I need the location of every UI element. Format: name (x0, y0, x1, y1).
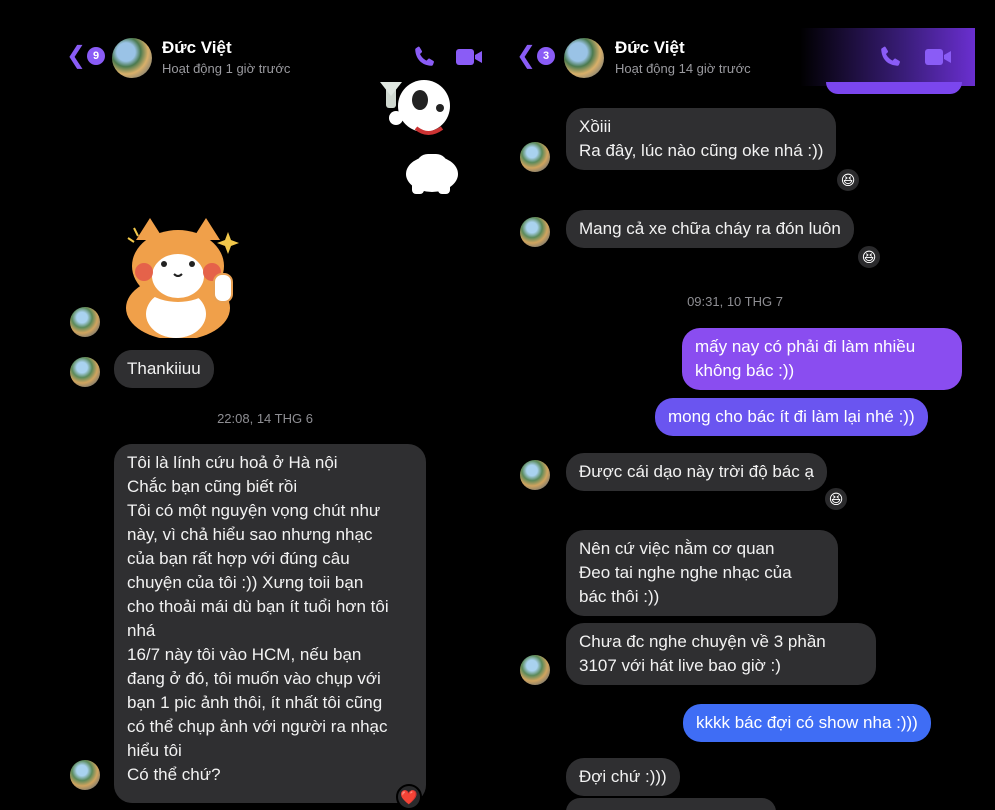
message-timestamp: 09:31, 10 THG 7 (687, 294, 783, 309)
reaction-laugh[interactable]: 😆 (823, 486, 849, 512)
message-bubble[interactable]: Xồiii Ra đây, lúc nào cũng oke nhá :)) (566, 108, 837, 170)
outgoing-message-bubble[interactable]: kkkk bác đợi có show nha :))) (683, 704, 931, 742)
message-timestamp: 22:08, 14 THG 6 (217, 411, 313, 426)
back-button[interactable]: ❮ 9 (66, 42, 106, 69)
avatar[interactable] (70, 357, 100, 387)
unread-badge: 9 (87, 47, 106, 65)
clipped-bubble (566, 798, 776, 810)
avatar[interactable] (520, 460, 550, 490)
video-call-icon[interactable] (924, 44, 952, 70)
chevron-left-icon: ❮ (516, 42, 537, 69)
reaction-heart[interactable]: ❤️ (396, 784, 422, 810)
reaction-laugh[interactable]: 😆 (856, 244, 882, 270)
contact-name[interactable]: Đức Việt (162, 38, 232, 58)
message-bubble[interactable]: Tôi là lính cứu hoả ở Hà nội Chắc bạn cũ… (114, 444, 426, 803)
message-bubble[interactable]: Được cái dạo này trời độ bác ạ (566, 453, 827, 491)
phone-icon[interactable] (410, 44, 438, 70)
avatar[interactable] (520, 217, 550, 247)
avatar[interactable] (70, 760, 100, 790)
chat-panel-right: ❮ 3 Đức Việt Hoạt động 14 giờ trước Xồii… (500, 0, 995, 810)
outgoing-message-bubble[interactable]: mong cho bác ít đi làm lại nhé :)) (655, 398, 928, 436)
clipped-bubble (826, 82, 962, 94)
reaction-laugh[interactable]: 😆 (835, 167, 861, 193)
contact-name[interactable]: Đức Việt (615, 38, 685, 58)
avatar[interactable] (564, 38, 604, 78)
shiba-sticker (126, 218, 239, 338)
chat-header: ❮ 3 Đức Việt Hoạt động 14 giờ trước (500, 28, 995, 86)
active-status: Hoạt động 1 giờ trước (162, 61, 291, 76)
video-call-icon[interactable] (455, 44, 483, 70)
message-bubble[interactable]: Mang cả xe chữa cháy ra đón luôn (566, 210, 854, 248)
message-bubble[interactable]: Đợi chứ :))) (566, 758, 680, 796)
back-button[interactable]: ❮ 3 (516, 42, 556, 69)
avatar[interactable] (520, 655, 550, 685)
message-bubble[interactable]: Nên cứ việc nằm cơ quan Đeo tai nghe ngh… (566, 530, 838, 616)
avatar[interactable] (70, 307, 100, 337)
chevron-left-icon: ❮ (66, 42, 87, 69)
chat-panel-left: ❮ 9 Đức Việt Hoạt động 1 giờ trước Thank… (0, 0, 490, 810)
outgoing-message-bubble[interactable]: mấy nay có phải đi làm nhiều không bác :… (682, 328, 962, 390)
unread-badge: 3 (537, 47, 556, 65)
avatar[interactable] (520, 142, 550, 172)
message-bubble[interactable]: Chưa đc nghe chuyện về 3 phần 3107 với h… (566, 623, 876, 685)
message-bubble[interactable]: Thankiiuu (114, 350, 214, 388)
avatar[interactable] (112, 38, 152, 78)
phone-icon[interactable] (876, 44, 904, 70)
active-status: Hoạt động 14 giờ trước (615, 61, 751, 76)
dog-sticker (380, 80, 458, 194)
